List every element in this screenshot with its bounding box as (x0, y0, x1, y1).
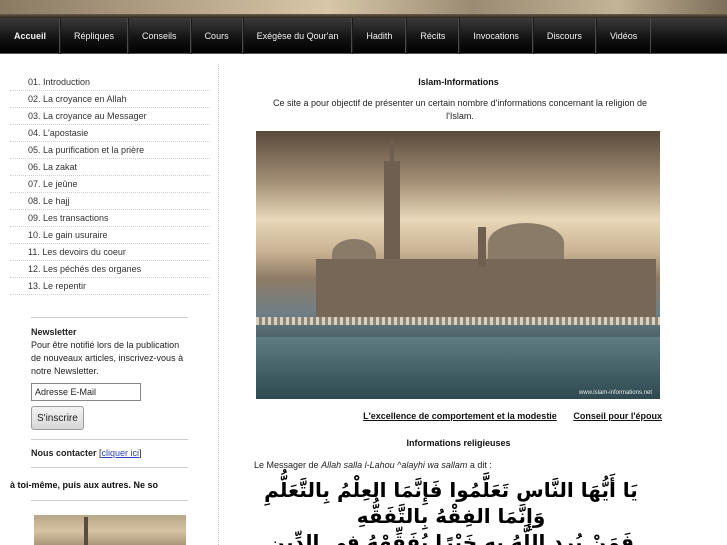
page-title: Islam-Informations (418, 77, 499, 87)
small-tower (478, 227, 486, 267)
chapter-item[interactable]: 13. Le repentir (10, 278, 210, 295)
chapter-item[interactable]: 01. Introduction (10, 74, 210, 91)
bracket-close: ] (139, 448, 142, 458)
balustrade (256, 317, 660, 325)
main-content: Islam-Informations Ce site a pour object… (226, 64, 716, 545)
header-banner (0, 0, 727, 18)
messenger-suffix: a dit : (469, 460, 492, 470)
intro-text: Ce site a pour objectif de présenter un … (273, 98, 647, 121)
contact-label: Nous contacter (31, 448, 97, 458)
prayer-hall (316, 259, 656, 321)
nav-item-recits[interactable]: Récits (406, 17, 460, 54)
article-link-modestie[interactable]: L'excellence de comportement et la modes… (363, 411, 557, 421)
subscribe-button[interactable]: S'inscrire (31, 406, 84, 430)
newsletter-title: Newsletter (31, 327, 77, 337)
arabic-line: يَا أَيُّهَا النَّاس تَعَلَّمُوا فَإِنَّ… (264, 478, 638, 502)
nav-item-cours[interactable]: Cours (190, 17, 243, 54)
arabic-line: فَمَنْ يُرِدِ اللَّهُ بِهِ خَيْرًا يُفَق… (267, 530, 634, 545)
chapter-list: 01. Introduction 02. La croyance en Alla… (10, 74, 210, 295)
chapter-item[interactable]: 08. Le hajj (10, 193, 210, 210)
email-field[interactable] (31, 383, 141, 401)
divider (31, 467, 188, 468)
contact-line: Nous contacter [cliquer ici] (31, 448, 210, 458)
article-links: L'excellence de comportement et la modes… (226, 411, 662, 421)
main-dome (488, 223, 564, 263)
chapter-item[interactable]: 09. Les transactions (10, 210, 210, 227)
nav-item-accueil[interactable]: Accueil (0, 17, 61, 54)
hadith-intro: Le Messager de Allah salla l-Lahou ^alay… (254, 460, 492, 470)
nav-item-conseils[interactable]: Conseils (128, 17, 191, 54)
nav-item-repliques[interactable]: Répliques (60, 17, 129, 54)
nav-item-invocations[interactable]: Invocations (459, 17, 533, 54)
messenger-prefix: Le Messager de (254, 460, 319, 470)
chapter-item[interactable]: 12. Les péchés des organes (10, 261, 210, 278)
contact-link[interactable]: cliquer ici (102, 448, 140, 458)
section-title: Informations religieuses (406, 438, 511, 448)
arabic-line: وَإِنَّمَا الفِقْهُ بِالتَّفَقُّهِ (356, 504, 546, 528)
hadith-arabic-text: يَا أَيُّهَا النَّاس تَعَلَّمُوا فَإِنَّ… (246, 477, 656, 545)
nav-item-videos[interactable]: Vidéos (595, 17, 652, 54)
scrolling-quote: à toi-même, puis aux autres. Ne so (10, 480, 159, 490)
messenger-allah: Allah (321, 460, 342, 470)
chapter-item[interactable]: 07. Le jeûne (10, 176, 210, 193)
divider (31, 439, 188, 440)
chapter-item[interactable]: 11. Les devoirs du coeur (10, 244, 210, 261)
article-link-epoux[interactable]: Conseil pour l'époux (573, 411, 662, 421)
nav-item-hadith[interactable]: Hadith (352, 17, 407, 54)
column-divider (218, 64, 219, 545)
chapter-item[interactable]: 06. La zakat (10, 159, 210, 176)
mosque-thumbnail[interactable] (34, 515, 186, 545)
messenger-salla: salla l-Lahou ^alayhi wa sallam (343, 460, 468, 470)
divider (31, 500, 188, 501)
chapter-item[interactable]: 04. L'apostasie (10, 125, 210, 142)
chapter-item[interactable]: 10. Le gain usuraire (10, 227, 210, 244)
chapter-item[interactable]: 05. La purification et la prière (10, 142, 210, 159)
photo-watermark: www.islam-informations.net (578, 390, 652, 396)
nav-item-discours[interactable]: Discours (532, 17, 596, 54)
main-navigation: Accueil Répliques Conseils Cours Exégèse… (0, 17, 727, 54)
newsletter-description: Pour être notifié lors de la publication… (31, 340, 184, 376)
chapter-item[interactable]: 02. La croyance en Allah (10, 91, 210, 108)
sidebar: 01. Introduction 02. La croyance en Alla… (10, 64, 210, 545)
chapter-item[interactable]: 03. La croyance au Messager (10, 108, 210, 125)
newsletter-block: Newsletter Pour être notifié lors de la … (31, 318, 191, 430)
nav-item-exegese[interactable]: Exégèse du Qour'an (242, 17, 353, 54)
minaret-shape (84, 517, 88, 545)
minaret-spire (390, 141, 394, 165)
mosque-photo: www.islam-informations.net (256, 131, 660, 399)
